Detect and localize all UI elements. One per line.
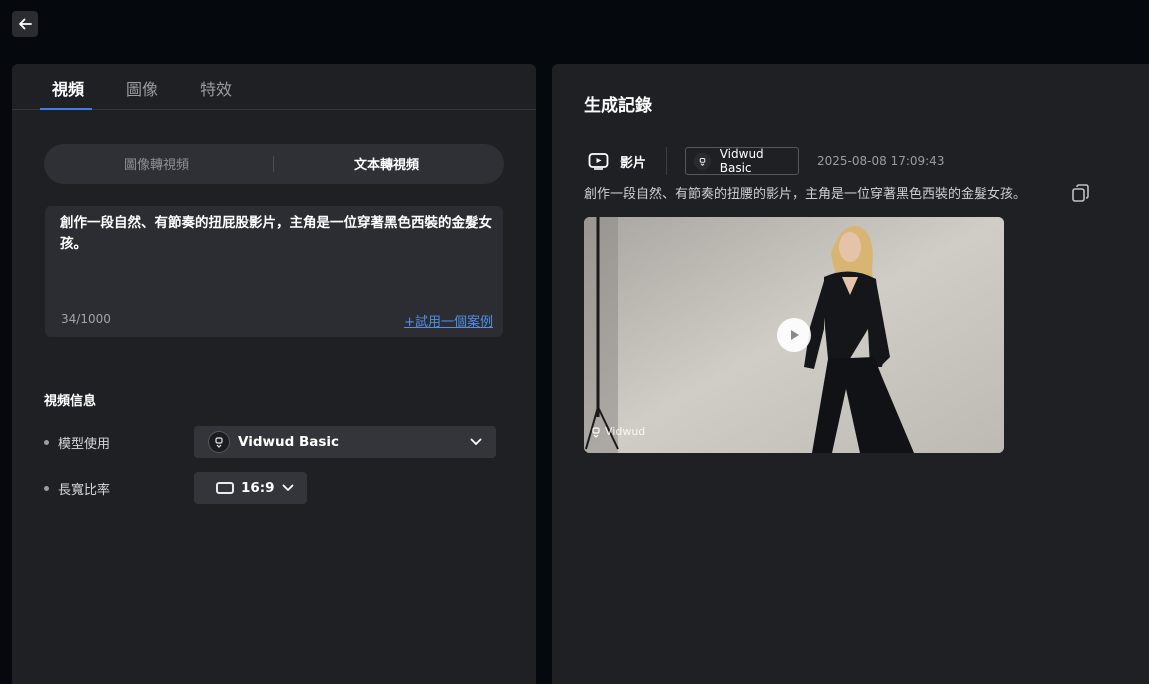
tab-bar: 視頻 圖像 特效 <box>12 64 536 110</box>
model-select[interactable]: Vidwud Basic <box>194 426 496 458</box>
model-select-value: Vidwud Basic <box>238 434 340 450</box>
vidwud-logo-icon <box>208 431 230 453</box>
video-icon <box>588 153 609 170</box>
record-model-name: Vidwud Basic <box>719 147 764 175</box>
watermark: Vidwud <box>590 425 645 438</box>
ratio-label-text: 長寬比率 <box>58 483 111 498</box>
bullet-icon <box>44 440 49 445</box>
generator-panel: 視頻 圖像 特效 圖像轉視頻 文本轉視頻 創作一段自然、有節奏的扭屁股影片，主角… <box>12 64 536 684</box>
active-tab-indicator <box>40 108 92 110</box>
video-info-title: 視頻信息 <box>44 394 97 409</box>
mode-switch: 圖像轉視頻 文本轉視頻 <box>44 144 504 184</box>
record-timestamp: 2025-08-08 17:09:43 <box>817 154 945 168</box>
play-icon <box>791 330 799 340</box>
copy-icon[interactable] <box>1070 183 1090 203</box>
vidwud-logo-icon <box>592 426 600 438</box>
model-label: 模型使用 <box>44 433 110 452</box>
aspect-ratio-value: 16:9 <box>241 480 275 496</box>
prompt-text[interactable]: 創作一段自然、有節奏的扭屁股影片，主角是一位穿著黑色西裝的金髮女孩。 <box>60 213 492 255</box>
record-type: 影片 <box>620 156 647 171</box>
play-button[interactable] <box>777 318 811 352</box>
meta-divider <box>666 147 667 175</box>
try-example-link[interactable]: +試用一個案例 <box>404 311 493 330</box>
tab-effects[interactable]: 特效 <box>200 76 232 100</box>
history-panel: 生成記錄 影片 Vidwud Basic 2025-08-08 17:09:43… <box>552 64 1149 684</box>
ratio-label: 長寬比率 <box>44 479 110 498</box>
chevron-down-icon <box>470 438 482 445</box>
video-thumbnail[interactable]: Vidwud <box>584 217 1004 453</box>
mode-text-to-video[interactable]: 文本轉視頻 <box>354 154 419 173</box>
vidwud-logo-icon <box>694 152 711 170</box>
mode-image-to-video[interactable]: 圖像轉視頻 <box>124 154 189 173</box>
record-prompt: 創作一段自然、有節奏的扭腰的影片，主角是一位穿著黑色西裝的金髮女孩。 <box>584 187 1027 202</box>
character-count: 34/1000 <box>61 312 111 326</box>
tab-video[interactable]: 視頻 <box>52 76 84 100</box>
bullet-icon <box>44 486 49 491</box>
prompt-input[interactable]: 創作一段自然、有節奏的扭屁股影片，主角是一位穿著黑色西裝的金髮女孩。 34/10… <box>45 206 503 337</box>
aspect-ratio-select[interactable]: 16:9 <box>194 472 307 504</box>
back-button[interactable] <box>12 11 38 37</box>
model-label-text: 模型使用 <box>58 437 111 452</box>
record-model-badge: Vidwud Basic <box>685 147 799 175</box>
tab-image[interactable]: 圖像 <box>126 76 158 100</box>
chevron-down-icon <box>282 484 294 491</box>
history-title: 生成記錄 <box>584 96 652 116</box>
arrow-left-icon <box>19 18 32 30</box>
top-bar <box>0 0 1149 64</box>
record-meta: 影片 Vidwud Basic 2025-08-08 17:09:43 <box>584 147 1104 175</box>
aspect-ratio-icon <box>216 482 234 494</box>
mode-divider <box>273 156 274 172</box>
watermark-text: Vidwud <box>605 425 646 438</box>
